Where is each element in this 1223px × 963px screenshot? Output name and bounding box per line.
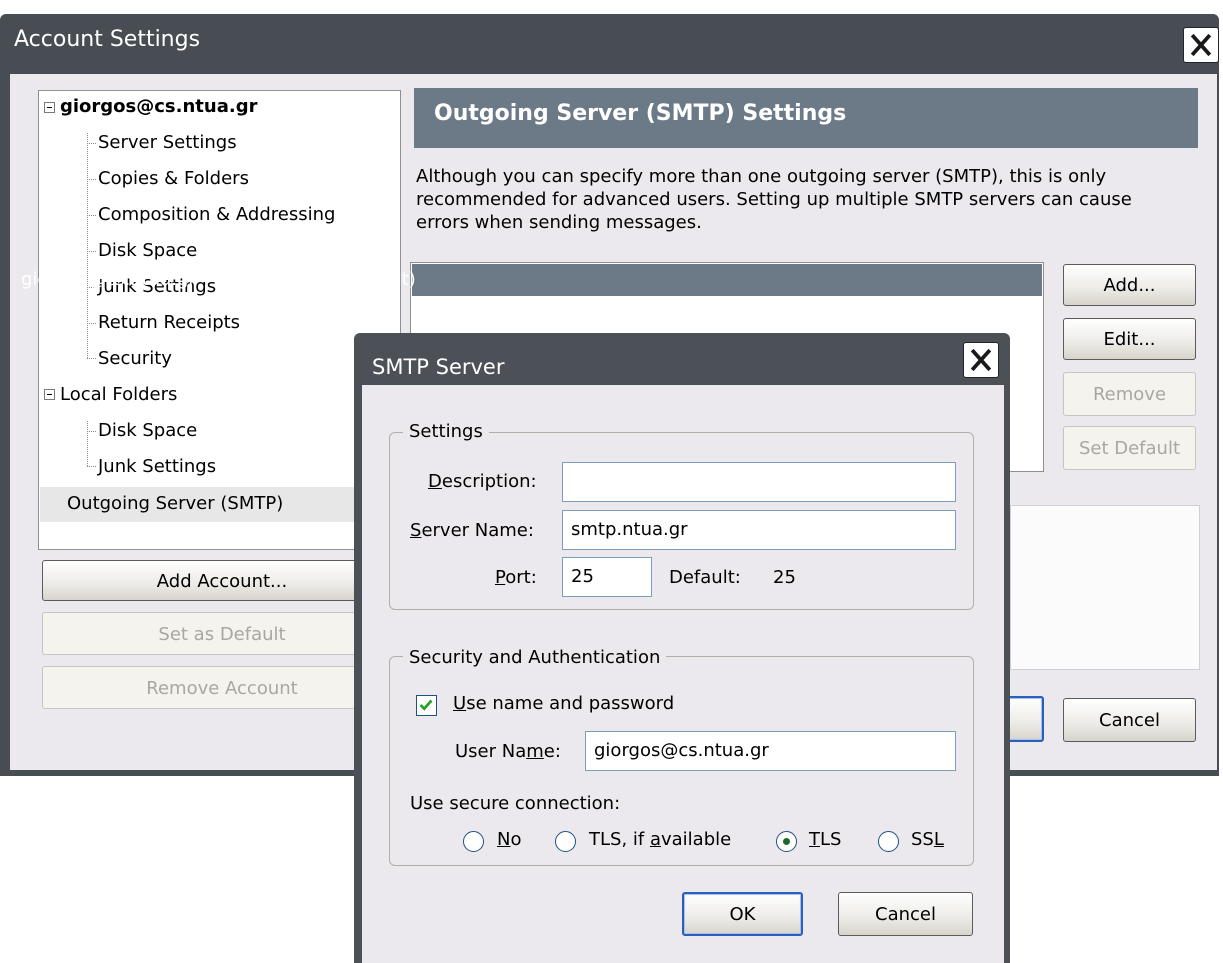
add-account-button[interactable]: Add Account... <box>42 560 402 601</box>
add-server-label: Add... <box>1103 275 1156 296</box>
port-label: Port: <box>495 567 537 588</box>
tree-item-local-folders[interactable]: Local Folders <box>60 384 177 405</box>
tree-item-local-junk-settings[interactable]: Junk Settings <box>98 456 216 477</box>
ok-label: OK <box>729 904 756 925</box>
tree-connector <box>87 358 96 359</box>
tree-connector <box>87 323 96 324</box>
close-icon <box>1190 33 1212 57</box>
cancel-button[interactable]: Cancel <box>838 892 973 936</box>
tree-connector <box>87 143 96 144</box>
add-server-button[interactable]: Add... <box>1063 264 1196 306</box>
edit-server-button[interactable]: Edit... <box>1063 318 1196 360</box>
add-account-label: Add Account... <box>156 571 288 592</box>
description-line: recommended for advanced users. Setting … <box>416 189 1132 210</box>
tree-connector <box>87 215 96 216</box>
description-field[interactable] <box>562 462 956 502</box>
default-port-value: 25 <box>773 567 796 588</box>
remove-server-button[interactable]: Remove <box>1063 372 1196 416</box>
use-name-password-label[interactable]: Use name and password <box>453 693 674 714</box>
close-button[interactable] <box>1183 27 1219 63</box>
collapse-icon[interactable] <box>44 102 55 113</box>
tree-item-return-receipts[interactable]: Return Receipts <box>98 312 240 333</box>
tree-connector <box>87 431 96 432</box>
dialog-title: SMTP Server <box>372 355 505 379</box>
tree-item-outgoing-server[interactable]: Outgoing Server (SMTP) <box>67 493 283 514</box>
edit-server-label: Edit... <box>1103 329 1156 350</box>
tree-item-copies-folders[interactable]: Copies & Folders <box>98 168 249 189</box>
radio-tls-if-available[interactable] <box>555 831 576 852</box>
tree-connector <box>87 421 88 466</box>
port-field[interactable]: 25 <box>562 557 652 597</box>
tree-item-server-settings[interactable]: Server Settings <box>98 132 237 153</box>
secure-connection-label: Use secure connection: <box>410 793 621 814</box>
remove-account-button[interactable]: Remove Account <box>42 666 402 709</box>
dialog-close-button[interactable] <box>963 342 999 378</box>
cancel-main-label: Cancel <box>1099 710 1160 731</box>
tree-connector <box>87 179 96 180</box>
panel-title: Outgoing Server (SMTP) Settings <box>434 101 847 126</box>
tree-item-security[interactable]: Security <box>98 348 172 369</box>
remove-server-label: Remove <box>1092 384 1167 405</box>
tree-connector <box>87 466 96 467</box>
cancel-label: Cancel <box>875 904 936 925</box>
close-icon <box>970 348 992 372</box>
radio-tls-if-available-label[interactable]: TLS, if available <box>589 829 731 850</box>
tree-connector <box>87 133 88 358</box>
tree-item-disk-space[interactable]: Disk Space <box>98 240 197 261</box>
radio-tls[interactable] <box>776 831 797 852</box>
set-default-server-label: Set Default <box>1078 438 1181 459</box>
radio-ssl[interactable] <box>878 831 899 852</box>
security-legend: Security and Authentication <box>403 647 667 668</box>
remove-account-label: Remove Account <box>146 678 298 699</box>
description-line: errors when sending messages. <box>416 212 702 233</box>
user-name-field[interactable]: giorgos@cs.ntua.gr <box>585 731 956 771</box>
set-as-default-button[interactable]: Set as Default <box>42 612 402 655</box>
set-as-default-label: Set as Default <box>158 624 286 645</box>
radio-no[interactable] <box>463 831 484 852</box>
description-line: Although you can specify more than one o… <box>416 166 1107 187</box>
radio-tls-label[interactable]: TLS <box>809 829 841 850</box>
collapse-icon[interactable] <box>44 389 55 400</box>
tree-item-account[interactable]: giorgos@cs.ntua.gr <box>60 96 257 117</box>
tree-item-composition[interactable]: Composition & Addressing <box>98 204 335 225</box>
set-default-server-button[interactable]: Set Default <box>1063 426 1196 470</box>
description-label: Description: <box>428 471 537 492</box>
user-name-label: User Name: <box>455 741 561 762</box>
radio-no-label[interactable]: No <box>497 829 521 850</box>
ok-button[interactable]: OK <box>682 892 803 936</box>
server-name-field[interactable]: smtp.ntua.gr <box>562 510 956 550</box>
settings-legend: Settings <box>403 421 489 442</box>
list-item-selected[interactable] <box>412 264 1042 296</box>
smtp-server-entry[interactable]: giorgos@cs.ntua.gr - smtp.ntua.gr (Defau… <box>21 269 416 290</box>
window-title: Account Settings <box>14 27 201 52</box>
server-name-label: Server Name: <box>410 520 534 541</box>
checkmark-icon <box>419 699 433 711</box>
tree-item-local-disk-space[interactable]: Disk Space <box>98 420 197 441</box>
account-tree[interactable]: giorgos@cs.ntua.gr Server Settings Copie… <box>38 90 401 550</box>
default-port-label: Default: <box>669 567 741 588</box>
cancel-button-main[interactable]: Cancel <box>1063 698 1196 742</box>
radio-ssl-label[interactable]: SSL <box>911 829 944 850</box>
use-name-password-checkbox[interactable] <box>416 695 437 716</box>
server-details-box <box>1010 505 1200 670</box>
tree-connector <box>87 251 96 252</box>
